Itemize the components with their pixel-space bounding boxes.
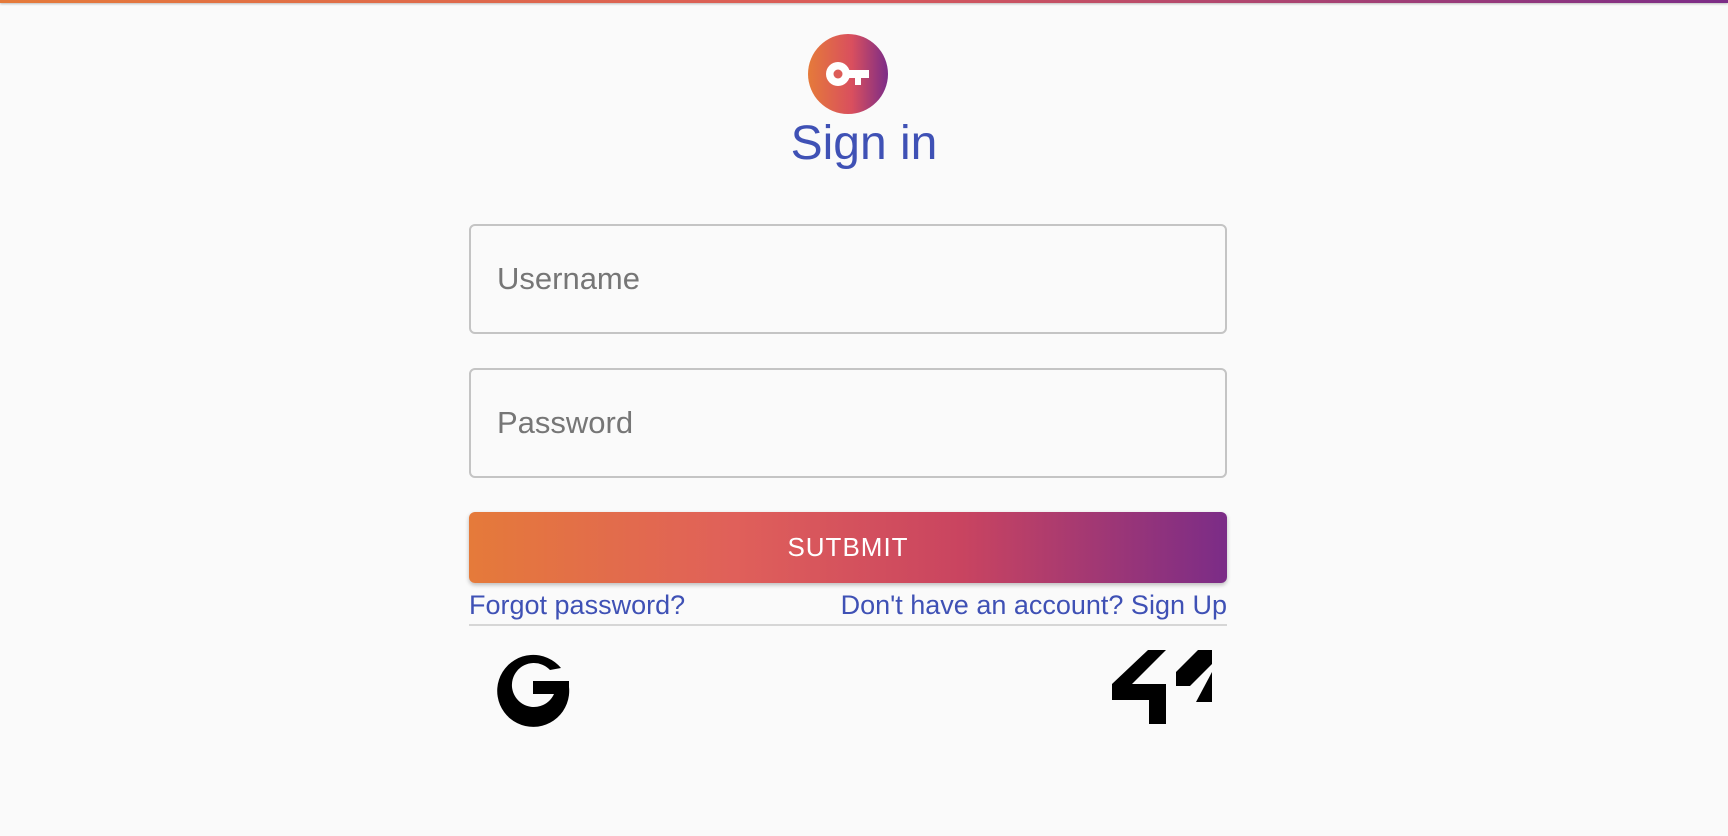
42-icon[interactable] (1112, 650, 1212, 724)
password-field[interactable] (469, 368, 1227, 478)
key-icon (808, 34, 888, 114)
username-input[interactable] (471, 226, 1225, 332)
username-field[interactable] (469, 224, 1227, 334)
divider (469, 624, 1227, 626)
google-icon[interactable] (488, 642, 578, 732)
page-title: Sign in (790, 117, 938, 170)
sign-up-link[interactable]: Don't have an account? Sign Up (841, 588, 1227, 622)
submit-button[interactable]: SUTBMIT (469, 512, 1227, 583)
forgot-password-link[interactable]: Forgot password? (469, 588, 685, 622)
password-input[interactable] (471, 370, 1225, 476)
top-accent-bar (0, 0, 1728, 3)
